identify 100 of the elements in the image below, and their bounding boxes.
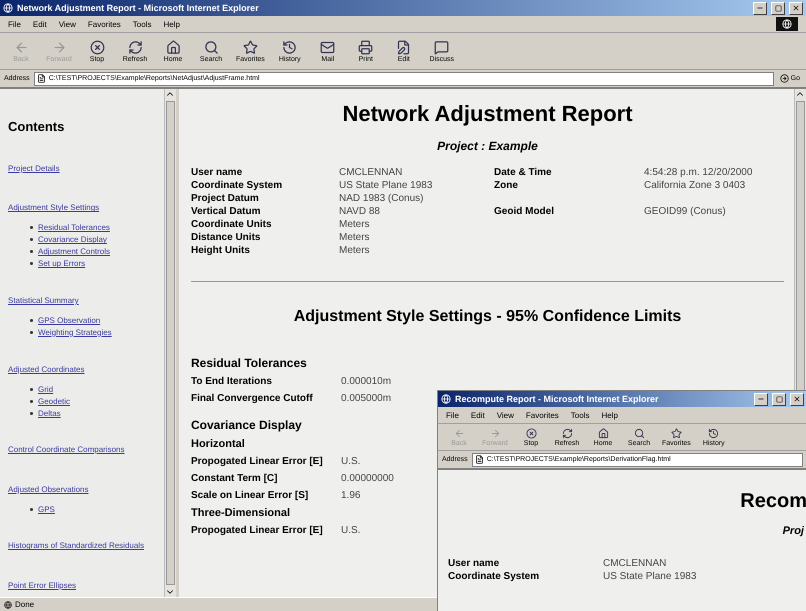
- logo-icon: [776, 17, 798, 31]
- maximize-button[interactable]: [771, 2, 785, 14]
- setting-value: 0.000010m: [341, 376, 392, 387]
- stop-icon: [90, 40, 104, 54]
- star-icon: [242, 40, 258, 54]
- field-label: Project Datum: [191, 193, 260, 205]
- bullet-icon: [30, 250, 33, 254]
- menu-item[interactable]: Favorites: [526, 410, 559, 420]
- field-value: Meters: [339, 245, 371, 257]
- contents-link[interactable]: Histograms of Standardized Residuals: [8, 541, 144, 550]
- field-value: CMCLENNAN: [339, 167, 404, 179]
- field-value: Meters: [339, 219, 371, 231]
- minimize-button[interactable]: [754, 392, 768, 406]
- field-value: GEOID99 (Conus): [644, 206, 727, 218]
- field-label: Zone: [494, 180, 519, 192]
- close-icon: [793, 395, 801, 403]
- search-icon: [204, 40, 218, 54]
- minimize-button[interactable]: [753, 2, 767, 14]
- contents-link[interactable]: Adjustment Style Settings: [8, 203, 100, 212]
- field-label: Coordinate System: [191, 180, 284, 192]
- field-label: Height Units: [191, 245, 251, 257]
- menu-item[interactable]: File: [446, 410, 459, 420]
- group-heading: Three-Dimensional: [191, 507, 292, 519]
- menu-item[interactable]: Tools: [132, 20, 152, 28]
- field-label: User name: [448, 557, 500, 570]
- section-heading: Adjustment Style Settings - 95% Confidence Limits: [292, 308, 682, 326]
- report-title: Recom: [739, 490, 806, 513]
- project-title: Proj: [782, 525, 805, 537]
- field-value: 4:54:28 p.m. 12/20/2000: [644, 167, 754, 179]
- field-value: Meters: [339, 232, 371, 244]
- report-title: Network Adjustment Report: [341, 101, 634, 127]
- setting-value: 0.00000000: [341, 473, 395, 484]
- setting-value: 0.005000m: [341, 393, 392, 404]
- field-value: NAD 1983 (Conus): [339, 193, 424, 205]
- contents-link[interactable]: Adjustment Controls: [38, 247, 110, 256]
- contents-link[interactable]: Grid: [38, 384, 54, 394]
- menu-item[interactable]: View: [58, 20, 76, 28]
- contents-link[interactable]: Set up Errors: [38, 259, 86, 268]
- bullet-icon: [30, 508, 33, 511]
- contents-link[interactable]: Adjusted Coordinates: [8, 364, 84, 374]
- browser-icon: [3, 3, 13, 13]
- maximize-icon: [776, 396, 782, 402]
- contents-link[interactable]: GPS: [38, 504, 55, 514]
- scrollbar[interactable]: [164, 89, 176, 597]
- contents-link[interactable]: Residual Tolerances: [38, 223, 110, 232]
- field-value: NAVD 88: [339, 206, 381, 218]
- bullet-icon: [30, 318, 33, 322]
- menu-item[interactable]: Edit: [470, 410, 485, 420]
- contents-link[interactable]: Geodetic: [38, 396, 70, 406]
- bullet-icon: [30, 412, 33, 414]
- maximize-button[interactable]: [772, 392, 786, 406]
- project-title: Project : Example: [436, 139, 539, 153]
- contents-link[interactable]: Deltas: [38, 408, 61, 418]
- menu-item[interactable]: Help: [601, 410, 618, 420]
- bullet-icon: [30, 330, 33, 334]
- field-value: US State Plane 1983: [603, 570, 698, 583]
- setting-value: U.S.: [341, 456, 362, 467]
- field-value: CMCLENNAN: [603, 557, 668, 570]
- menu-item[interactable]: Tools: [570, 410, 590, 420]
- field-label: Date & Time: [494, 167, 553, 179]
- menu-item[interactable]: Edit: [32, 20, 47, 28]
- contents-link[interactable]: Adjusted Observations: [8, 484, 88, 494]
- setting-label: Final Convergence Cutoff: [191, 393, 314, 404]
- contents-link[interactable]: GPS Observation: [38, 316, 100, 325]
- window-title: Recompute Report - Microsoft Internet Explorer: [455, 394, 660, 404]
- field-label: User name: [191, 167, 244, 179]
- setting-label: Constant Term [C]: [191, 473, 278, 484]
- contents-link[interactable]: Covariance Display: [38, 235, 107, 244]
- browser-icon: [441, 394, 451, 404]
- menu-item[interactable]: View: [496, 410, 514, 420]
- printer-icon: [358, 40, 374, 54]
- menu-item[interactable]: Favorites: [88, 20, 121, 28]
- search-icon: [634, 428, 644, 438]
- setting-value: 1.96: [341, 490, 362, 501]
- setting-label: To End Iterations: [191, 376, 273, 387]
- contents-link[interactable]: Point Error Ellipses: [8, 581, 76, 590]
- maximize-icon: [774, 4, 782, 12]
- contents-link[interactable]: Control Coordinate Comparisons: [8, 445, 124, 454]
- forward-arrow-icon: [52, 40, 66, 54]
- home-icon: [598, 428, 608, 438]
- contents-link[interactable]: Weighting Strategies: [38, 328, 112, 337]
- refresh-icon: [562, 428, 572, 438]
- menu-item[interactable]: Help: [163, 20, 180, 28]
- subsection-heading: Covariance Display: [191, 418, 303, 432]
- stop-icon: [526, 428, 536, 438]
- back-arrow-icon: [454, 428, 464, 438]
- mail-icon: [320, 40, 336, 54]
- bullet-icon: [30, 238, 33, 242]
- close-button[interactable]: [790, 392, 804, 406]
- field-label: Coordinate System: [448, 570, 540, 583]
- bullet-icon: [30, 388, 33, 390]
- forward-arrow-icon: [490, 428, 500, 438]
- contents-link[interactable]: Statistical Summary: [8, 296, 79, 305]
- setting-value: U.S.: [341, 525, 362, 536]
- history-icon: [708, 428, 720, 438]
- contents-link[interactable]: Project Details: [8, 164, 60, 173]
- discuss-icon: [434, 40, 450, 54]
- close-button[interactable]: [789, 2, 803, 14]
- menu-item[interactable]: File: [8, 20, 21, 28]
- bullet-icon: [30, 226, 33, 230]
